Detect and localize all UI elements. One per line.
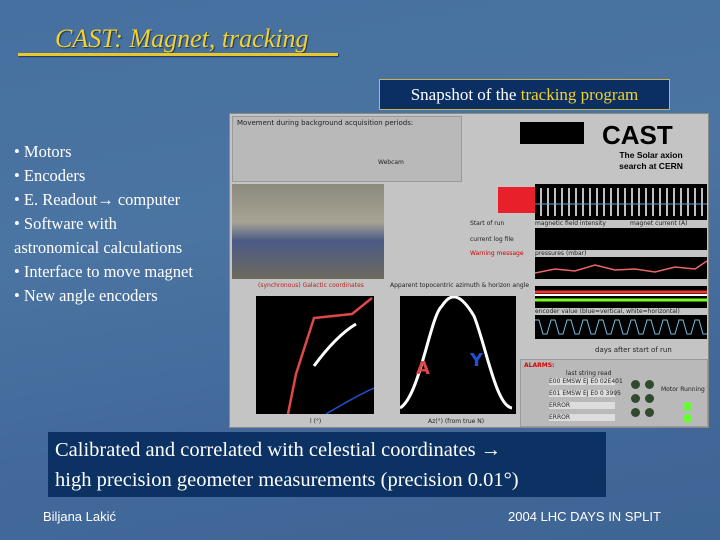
galactic-plot-title: (synchronous) Galactic coordinates bbox=[258, 282, 364, 289]
motor-running-label: Motor Running bbox=[661, 386, 705, 393]
bullet-list: • Motors • Encoders • E. Readout→ comput… bbox=[14, 140, 193, 308]
bullet-item: • Motors bbox=[14, 142, 72, 161]
movement-panel: Movement during background acquisition p… bbox=[232, 116, 462, 182]
cycle-chart bbox=[520, 122, 584, 144]
altaz-xlabel: Az(°) (from true N) bbox=[428, 418, 485, 425]
bullet-item: • New angle encoders bbox=[14, 286, 158, 305]
footer-event: 2004 LHC DAYS IN SPLIT bbox=[508, 509, 661, 524]
magnet-current-label: magnet current (A) bbox=[630, 220, 688, 227]
temperature-chart bbox=[535, 286, 707, 308]
bullet-item: astronomical calculations bbox=[14, 238, 183, 257]
alarm-string: E00 EMSW EJ E0 02E401 bbox=[549, 378, 623, 385]
days-axis-label: days after start of run bbox=[595, 346, 672, 354]
galactic-xlabel: l (°) bbox=[310, 418, 322, 425]
footer-author: Biljana Lakić bbox=[43, 509, 116, 524]
altaz-plot-title: Apparent topocentric azimuth & horizon a… bbox=[390, 282, 530, 289]
cast-logo: CAST bbox=[602, 120, 673, 150]
alarm-string: ERROR bbox=[549, 402, 615, 409]
last-string-label: last string read bbox=[566, 370, 612, 377]
webcam-label: Webcam bbox=[378, 159, 404, 166]
alarm-string: E01 EMSW EJ E0 0 3995 bbox=[549, 390, 621, 397]
magnetic-field-spikes bbox=[535, 188, 707, 216]
caption-prefix: Snapshot of the bbox=[410, 85, 521, 104]
galactic-plot bbox=[256, 296, 375, 415]
encoder-chart bbox=[535, 315, 707, 339]
bullet-item: • Interface to move magnet bbox=[14, 262, 193, 281]
summary-box: Calibrated and correlated with celestial… bbox=[48, 432, 606, 497]
svg-text:Y: Y bbox=[469, 350, 484, 371]
snapshot-caption: Snapshot of the tracking program bbox=[379, 79, 670, 110]
alarms-label: ALARMS: bbox=[524, 362, 555, 369]
caption-highlight: tracking program bbox=[520, 85, 639, 104]
webcam-image bbox=[232, 184, 384, 279]
title-underline bbox=[18, 53, 338, 56]
svg-text:A: A bbox=[416, 358, 430, 379]
summary-line: Calibrated and correlated with celestial… bbox=[55, 439, 502, 461]
cast-subtitle: The Solar axion search at CERN bbox=[619, 150, 683, 171]
alarm-string: ERROR bbox=[549, 414, 615, 421]
pressure-chart bbox=[534, 257, 708, 279]
current-log-label: current log file bbox=[470, 236, 514, 243]
alarms-panel: ALARMS: last string read E00 EMSW EJ E0 … bbox=[520, 359, 708, 427]
tracking-program-screenshot: Movement during background acquisition p… bbox=[229, 113, 709, 428]
movement-header: Movement during background acquisition p… bbox=[237, 119, 414, 127]
bullet-item: • Software with bbox=[14, 214, 117, 233]
summary-line: high precision geometer measurements (pr… bbox=[55, 469, 519, 491]
magnetic-field-chart bbox=[535, 184, 707, 220]
magnet-current-chart bbox=[535, 228, 707, 250]
altaz-plot: AY bbox=[399, 295, 516, 414]
warning-label: Warning message bbox=[470, 250, 524, 257]
pressures-label: pressures (mbar) bbox=[535, 250, 587, 257]
encoder-label: encoder value (blue=vertical, white=hori… bbox=[535, 308, 680, 315]
slide-title: CAST: Magnet, tracking bbox=[55, 24, 309, 53]
bullet-item: • E. Readout→ computer bbox=[14, 190, 181, 209]
magnetic-label: magnetic field intensity bbox=[535, 220, 606, 227]
start-of-run-label: Start of run bbox=[470, 220, 505, 227]
bullet-item: • Encoders bbox=[14, 166, 86, 185]
